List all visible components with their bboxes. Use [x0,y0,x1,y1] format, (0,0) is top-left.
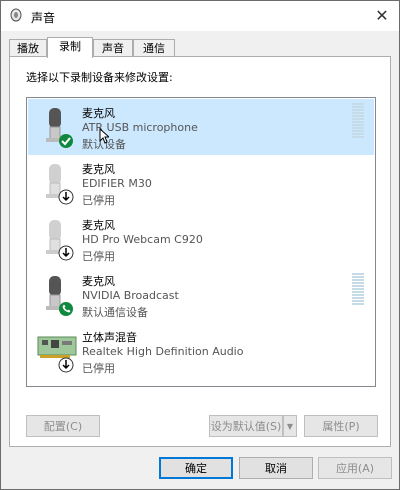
microphone-icon [46,220,74,261]
list-item[interactable]: 麦克风 NVIDIA Broadcast 默认通信设备 [28,267,374,323]
device-description: NVIDIA Broadcast [82,289,179,302]
device-status: 默认通信设备 [82,306,148,319]
sound-card-icon [37,336,77,373]
list-item[interactable]: 立体声混音 Realtek High Definition Audio 已停用 [28,323,374,379]
device-status: 已停用 [82,194,115,207]
window-title: 声音 [31,11,56,25]
sound-dialog: 声音 ✕ 播放 录制 声音 通信 选择以下录制设备来修改设置: 麦克风 ATR … [0,0,400,490]
device-description: EDIFIER M30 [82,177,152,190]
mouse-cursor-icon [99,128,109,144]
speaker-app-icon [10,8,22,22]
device-name: 麦克风 [82,107,115,120]
device-description: HD Pro Webcam C920 [82,233,203,246]
title-bar[interactable]: 声音 ✕ [1,1,399,31]
device-list[interactable]: 麦克风 ATR USB microphone 默认设备 麦克风 EDIFIER … [26,97,376,387]
list-item[interactable]: 麦克风 ATR USB microphone 默认设备 [28,99,374,155]
tab-playback[interactable]: 播放 [9,39,47,57]
chevron-down-icon[interactable]: ▼ [283,415,297,437]
level-meter [352,103,364,143]
device-description: Realtek High Definition Audio [82,345,244,358]
set-default-button[interactable]: 设为默认值(S) [209,415,283,437]
recording-panel: 选择以下录制设备来修改设置: 麦克风 ATR USB microphone 默认… [9,56,391,447]
tab-sounds[interactable]: 声音 [93,39,133,57]
microphone-icon [46,276,73,316]
device-status: 已停用 [82,362,115,375]
device-name: 立体声混音 [82,331,137,344]
device-name: 麦克风 [82,275,115,288]
device-status: 已停用 [82,250,115,263]
microphone-icon [46,164,74,205]
tab-communications[interactable]: 通信 [133,39,175,57]
list-item[interactable]: 麦克风 EDIFIER M30 已停用 [28,155,374,211]
level-meter [352,273,364,313]
apply-button[interactable]: 应用(A) [318,457,392,479]
instruction-text: 选择以下录制设备来修改设置: [26,71,173,84]
configure-button[interactable]: 配置(C) [26,415,100,437]
device-name: 麦克风 [82,163,115,176]
tab-recording[interactable]: 录制 [47,37,93,58]
microphone-icon [46,108,73,148]
cancel-button[interactable]: 取消 [239,457,313,479]
properties-button[interactable]: 属性(P) [304,415,378,437]
ok-button[interactable]: 确定 [159,457,233,479]
device-name: 麦克风 [82,219,115,232]
close-icon[interactable]: ✕ [369,3,395,29]
list-item[interactable]: 麦克风 HD Pro Webcam C920 已停用 [28,211,374,267]
